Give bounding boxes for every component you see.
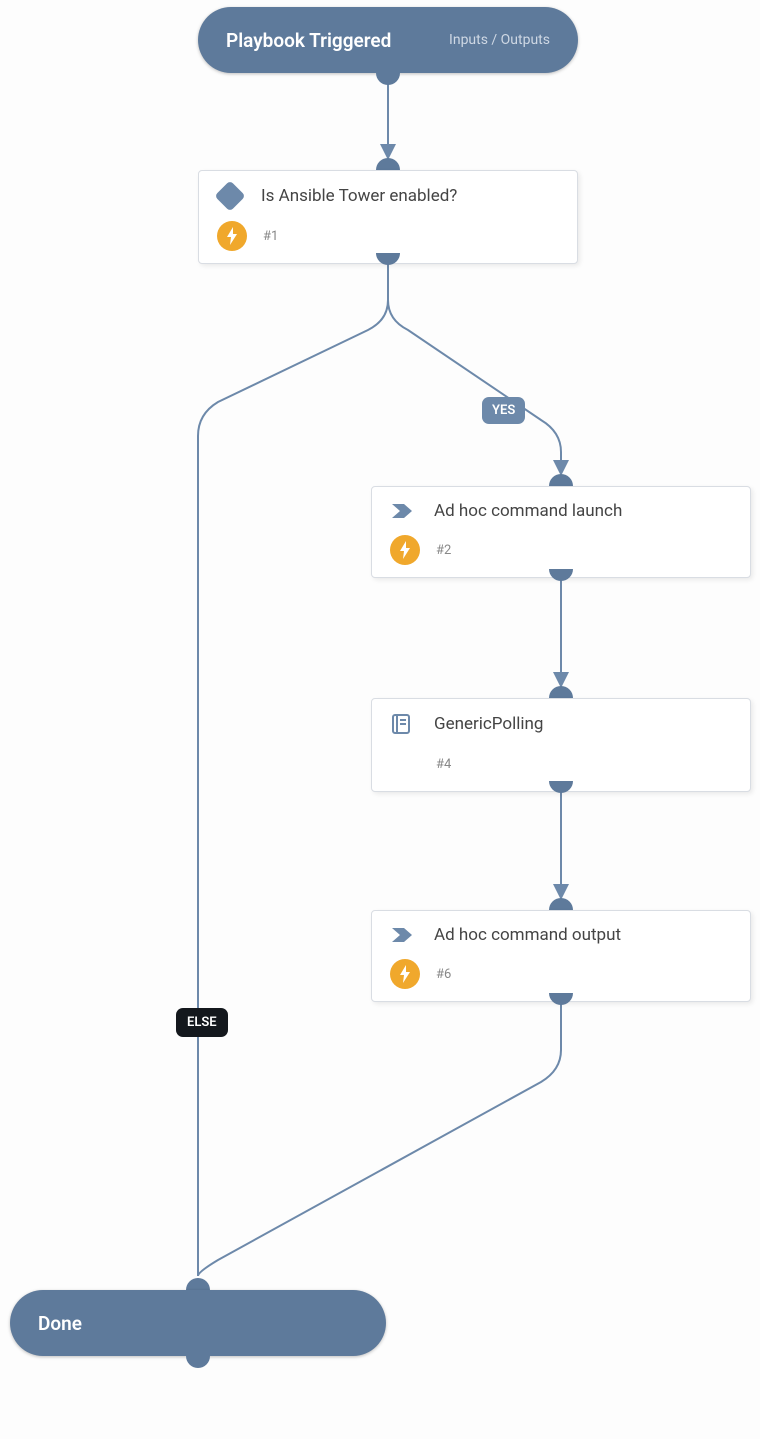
task-title: Ad hoc command launch bbox=[434, 501, 622, 521]
task-number: #1 bbox=[263, 229, 278, 244]
task-title: Ad hoc command output bbox=[434, 925, 621, 945]
task-title: Is Ansible Tower enabled? bbox=[261, 186, 457, 206]
task-node[interactable]: Ad hoc command launch #2 bbox=[371, 486, 751, 578]
task-number: #6 bbox=[436, 967, 451, 982]
port-icon bbox=[549, 474, 573, 486]
bolt-icon bbox=[390, 959, 420, 989]
end-title: Done bbox=[38, 1312, 82, 1335]
diamond-icon bbox=[217, 185, 243, 207]
inputs-outputs-link[interactable]: Inputs / Outputs bbox=[449, 32, 550, 48]
branch-label-else: ELSE bbox=[176, 1008, 228, 1037]
task-title: GenericPolling bbox=[434, 714, 543, 734]
task-node-condition[interactable]: Is Ansible Tower enabled? #1 bbox=[198, 170, 578, 264]
task-number: #4 bbox=[436, 757, 451, 772]
branch-label-yes: YES bbox=[482, 397, 525, 424]
book-icon bbox=[390, 713, 416, 735]
task-node[interactable]: Ad hoc command output #6 bbox=[371, 910, 751, 1002]
end-node[interactable]: Done bbox=[10, 1290, 386, 1356]
port-icon bbox=[549, 686, 573, 698]
port-icon bbox=[376, 73, 400, 85]
port-icon bbox=[549, 993, 573, 1005]
bolt-icon bbox=[390, 535, 420, 565]
start-title: Playbook Triggered bbox=[226, 29, 391, 52]
chevron-icon bbox=[390, 926, 416, 944]
start-node[interactable]: Playbook Triggered Inputs / Outputs bbox=[198, 7, 578, 73]
chevron-icon bbox=[390, 502, 416, 520]
task-node[interactable]: GenericPolling #4 bbox=[371, 698, 751, 792]
port-icon bbox=[376, 158, 400, 170]
port-icon bbox=[549, 569, 573, 581]
port-icon bbox=[549, 898, 573, 910]
bolt-icon bbox=[217, 221, 247, 251]
port-icon bbox=[186, 1278, 210, 1290]
task-number: #2 bbox=[436, 543, 451, 558]
port-icon bbox=[186, 1356, 210, 1368]
